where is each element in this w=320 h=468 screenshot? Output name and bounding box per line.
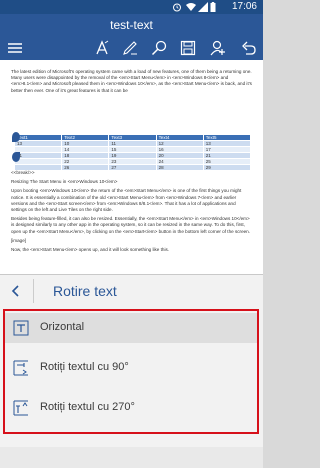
format-icon[interactable] bbox=[94, 40, 110, 56]
status-time: 17:06 bbox=[231, 1, 257, 12]
document-paragraph: Resizing The Start Menu in <em>Windows 1… bbox=[11, 179, 118, 185]
document-paragraph: [image] bbox=[11, 237, 27, 243]
document-paragraph: Upon booting <em>Windows 10</em> the ret… bbox=[11, 188, 242, 213]
rotation-options-list: Orizontal Rotiți textul cu 90° Rotiți te… bbox=[3, 309, 259, 434]
wifi-icon bbox=[186, 3, 196, 11]
document-title: test-text bbox=[110, 18, 153, 32]
pane-header: Rotire text bbox=[0, 275, 263, 307]
menu-icon[interactable] bbox=[7, 40, 23, 56]
signal-icon bbox=[198, 2, 208, 12]
document-body-lower: <<break/>> Resizing The Start Menu in <e… bbox=[0, 170, 263, 256]
battery-icon bbox=[210, 2, 216, 12]
option-label: Rotiți textul cu 270° bbox=[40, 401, 135, 413]
text-rotation-pane: Rotire text Orizontal Rotiți textul cu 9… bbox=[0, 274, 263, 468]
document-paragraph: Now, the <em>Start Menu</em> opens up, a… bbox=[11, 247, 170, 253]
rotate-270-icon bbox=[13, 400, 28, 416]
pane-title: Rotire text bbox=[53, 283, 117, 299]
share-icon[interactable] bbox=[210, 40, 226, 56]
option-label: Rotiți textul cu 90° bbox=[40, 361, 129, 373]
horizontal-text-icon bbox=[13, 320, 29, 336]
document-paragraph: The latest edition of Microsoft's operat… bbox=[11, 69, 252, 93]
header-divider bbox=[33, 279, 34, 303]
option-rotate-90[interactable]: Rotiți textul cu 90° bbox=[5, 353, 257, 383]
option-horizontal[interactable]: Orizontal bbox=[5, 313, 257, 343]
status-bar: 17:06 bbox=[0, 0, 263, 14]
document-paragraph: Besides being feature-filled, it can als… bbox=[11, 216, 251, 234]
document-paragraph: <<break/>> bbox=[11, 170, 35, 175]
system-nav-bar bbox=[0, 447, 263, 468]
option-label: Orizontal bbox=[40, 321, 85, 333]
selection-handle-start[interactable] bbox=[12, 132, 20, 142]
back-icon[interactable] bbox=[6, 281, 26, 301]
draw-icon[interactable] bbox=[122, 40, 138, 56]
document-table[interactable]: Text1 Text2 Text3 Text4 Text5 13 10 11 1… bbox=[13, 134, 252, 171]
toolbar bbox=[0, 36, 263, 60]
undo-icon[interactable] bbox=[240, 40, 256, 56]
search-icon[interactable] bbox=[151, 40, 167, 56]
selection-handle-end[interactable] bbox=[12, 152, 20, 162]
alarm-icon bbox=[173, 3, 181, 12]
option-rotate-270[interactable]: Rotiți textul cu 270° bbox=[5, 393, 257, 423]
save-icon[interactable] bbox=[180, 40, 196, 56]
title-bar: test-text bbox=[0, 14, 263, 36]
rotate-90-icon bbox=[13, 360, 28, 376]
